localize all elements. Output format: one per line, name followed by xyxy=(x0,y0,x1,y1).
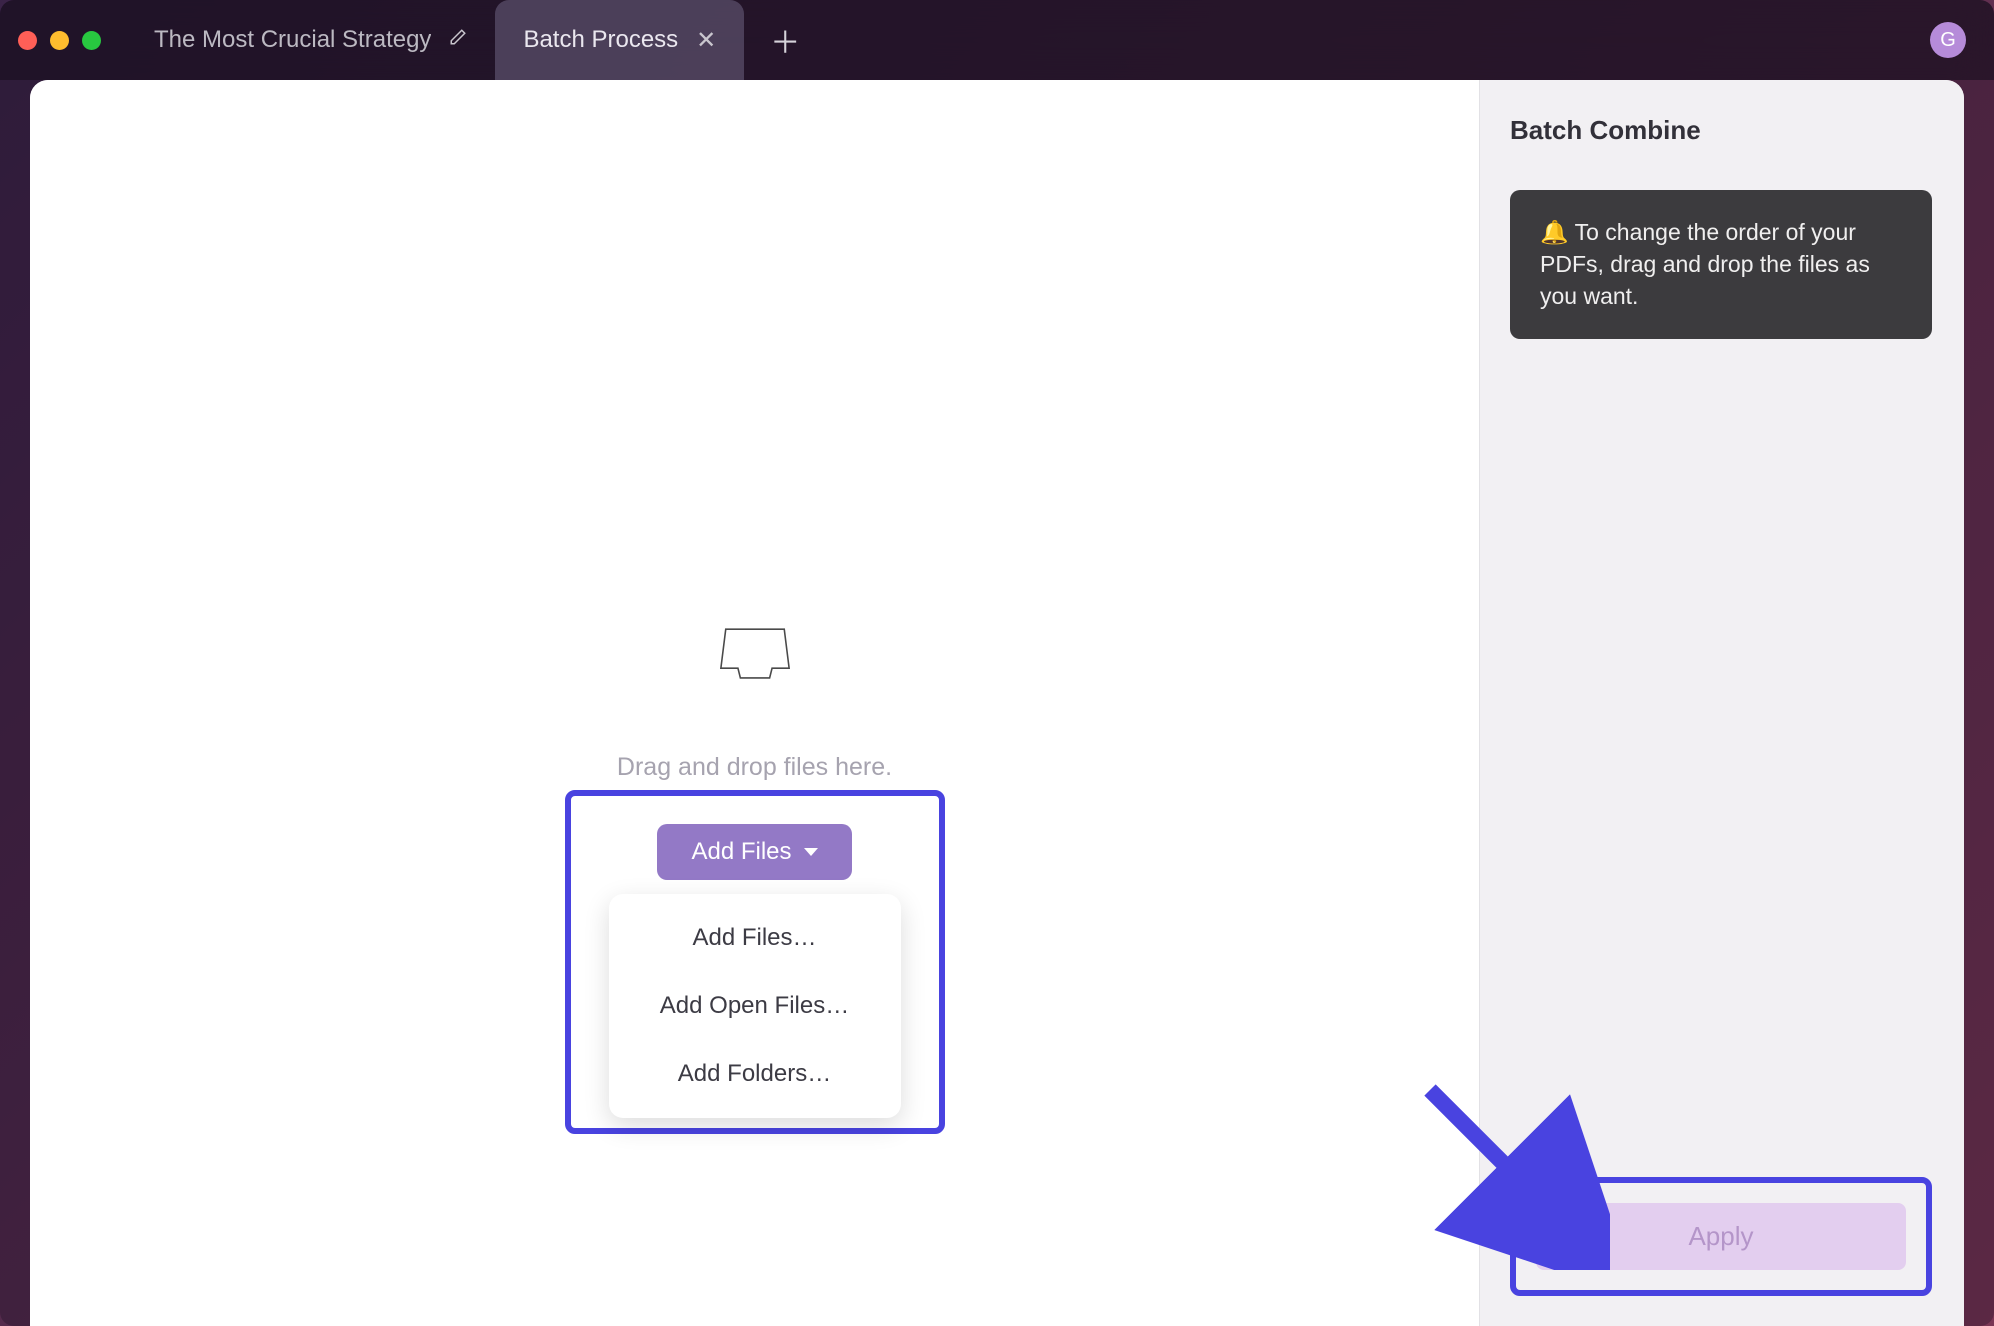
add-files-button[interactable]: Add Files xyxy=(657,824,851,880)
close-window-button[interactable] xyxy=(18,31,37,50)
tab-active[interactable]: Batch Process ✕ xyxy=(495,0,744,80)
sidebar-title: Batch Combine xyxy=(1510,115,1932,146)
minimize-window-button[interactable] xyxy=(50,31,69,50)
apply-button-label: Apply xyxy=(1688,1221,1753,1251)
fullscreen-window-button[interactable] xyxy=(82,31,101,50)
close-tab-icon[interactable]: ✕ xyxy=(696,26,716,55)
annotation-highlight-apply: Apply xyxy=(1510,1177,1932,1296)
avatar-initial: G xyxy=(1940,29,1956,52)
window-controls xyxy=(18,31,101,50)
annotation-highlight-add-files: Add Files Add Files… Add Open Files… Add… xyxy=(565,790,945,1134)
inbox-icon xyxy=(716,620,794,697)
dropdown-item-add-files[interactable]: Add Files… xyxy=(609,904,901,972)
new-tab-button[interactable]: ＋ xyxy=(744,0,826,80)
dropdown-item-add-folders[interactable]: Add Folders… xyxy=(609,1040,901,1108)
dropdown-item-add-open-files[interactable]: Add Open Files… xyxy=(609,972,901,1040)
user-avatar[interactable]: G xyxy=(1930,22,1966,58)
tab-bar: The Most Crucial Strategy Batch Process … xyxy=(126,0,1930,80)
pencil-icon[interactable] xyxy=(449,28,467,52)
apply-button[interactable]: Apply xyxy=(1536,1203,1906,1270)
main-panel: Drag and drop files here. Add Files Add … xyxy=(30,80,1479,1326)
tip-text: 🔔 To change the order of your PDFs, drag… xyxy=(1540,219,1870,309)
add-files-dropdown: Add Files… Add Open Files… Add Folders… xyxy=(609,894,901,1118)
tab-inactive-0[interactable]: The Most Crucial Strategy xyxy=(126,0,495,80)
drop-hint-text: Drag and drop files here. xyxy=(617,753,892,782)
add-files-button-label: Add Files xyxy=(691,838,791,866)
file-drop-area[interactable]: Drag and drop files here. Add Files Add … xyxy=(565,620,945,1134)
tab-title: The Most Crucial Strategy xyxy=(154,26,431,54)
content-area: Drag and drop files here. Add Files Add … xyxy=(30,80,1964,1326)
tip-callout: 🔔 To change the order of your PDFs, drag… xyxy=(1510,190,1932,339)
tab-title: Batch Process xyxy=(523,26,678,54)
titlebar: The Most Crucial Strategy Batch Process … xyxy=(0,0,1994,80)
app-window: The Most Crucial Strategy Batch Process … xyxy=(0,0,1994,1326)
right-sidebar: Batch Combine 🔔 To change the order of y… xyxy=(1479,80,1964,1326)
chevron-down-icon xyxy=(804,848,818,856)
